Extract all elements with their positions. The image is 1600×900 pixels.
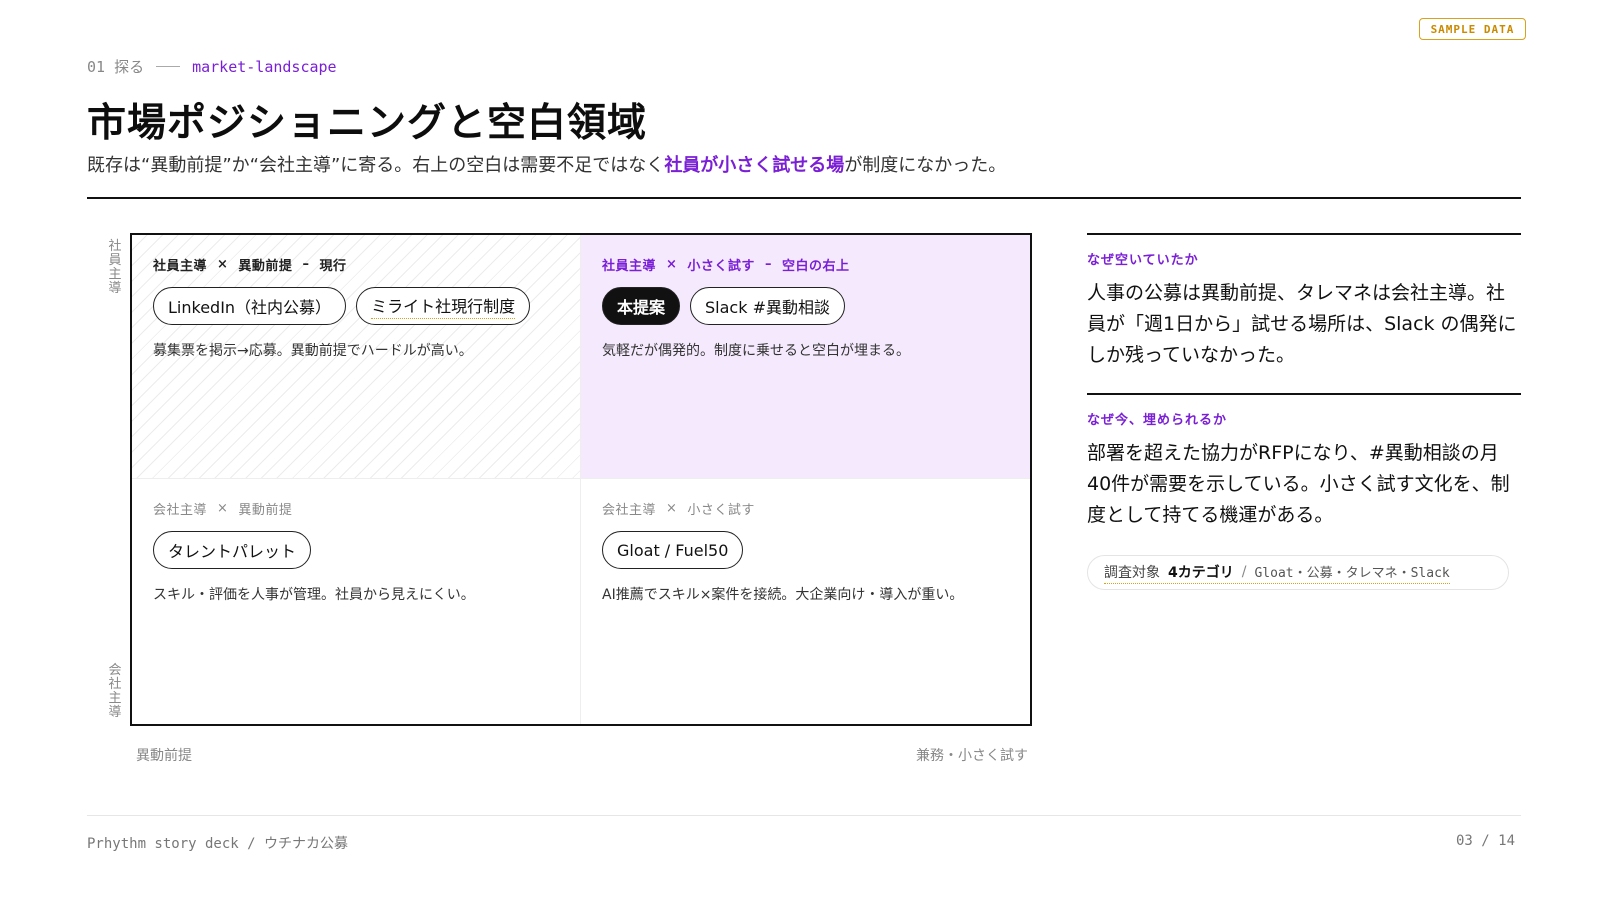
pill-label: 本提案 [617, 298, 666, 317]
times-icon: × [217, 257, 229, 272]
y-axis-top-label: 社員主導 [108, 239, 122, 296]
pill-label: LinkedIn（社内公募） [168, 298, 332, 317]
pill-current-system[interactable]: ミライト社現行制度 [356, 287, 531, 325]
page-title: 市場ポジショニングと空白領域 [87, 101, 648, 146]
pill-label: タレントパレット [168, 542, 297, 561]
dash-icon: – [764, 257, 772, 272]
quadrant-label: 会社主導 × 小さく試す [602, 499, 1009, 518]
title-divider [87, 197, 1521, 199]
times-icon: × [666, 501, 678, 516]
survey-scope-count: 4カテゴリ [1168, 564, 1234, 581]
y-axis-bottom-label: 会社主導 [108, 663, 122, 720]
pill-label: ミライト社現行制度 [371, 293, 516, 319]
quadrant-description: 募集票を掲示→応募。異動前提でハードルが高い。 [153, 343, 473, 359]
panel-divider [1087, 233, 1521, 235]
pill-linkedin[interactable]: LinkedIn（社内公募） [153, 287, 347, 325]
quadrant-top-left: 社員主導 × 異動前提 – 現行 LinkedIn（社内公募） ミライト社現行制… [132, 235, 581, 479]
section-eyebrow: 01 探る market-landscape [87, 56, 337, 77]
quadrant-label-axis-y: 会社主導 [602, 503, 657, 518]
survey-scope-label: 調査対象 [1104, 564, 1160, 581]
positioning-matrix: 社員主導 × 異動前提 – 現行 LinkedIn（社内公募） ミライト社現行制… [130, 233, 1032, 726]
quadrant-description: AI推薦でスキル×案件を接続。大企業向け・導入が重い。 [602, 587, 964, 603]
times-icon: × [666, 257, 678, 272]
quadrant-label-axis-y: 会社主導 [153, 503, 208, 518]
footer-divider [87, 815, 1521, 816]
page-subtitle: 既存は“異動前提”か“会社主導”に寄る。右上の空白は需要不足ではなく社員が小さく… [87, 151, 1006, 177]
why-now-label: なぜ今、埋められるか [1087, 413, 1228, 428]
x-axis-right-label: 兼務・小さく試す [916, 748, 1028, 764]
quadrant-description: スキル・評価を人事が管理。社員から見えにくい。 [153, 587, 475, 603]
quadrant-bottom-right: 会社主導 × 小さく試す Gloat / Fuel50 AI推薦でスキル×案件を… [581, 479, 1030, 724]
times-icon: × [217, 501, 229, 516]
subtitle-after: が制度になかった。 [844, 155, 1007, 176]
pill-label: Slack #異動相談 [705, 298, 830, 317]
section-number: 01 探る [87, 58, 145, 76]
why-now-body: 部署を超えた協力がRFPになり、#異動相談の月40件が需要を示している。小さく試… [1087, 442, 1510, 526]
subtitle-before: 既存は“異動前提”か“会社主導”に寄る。右上の空白は需要不足ではなく [87, 155, 665, 176]
quadrant-label-axis-x: 異動前提 [238, 259, 293, 274]
quadrant-label: 会社主導 × 異動前提 [153, 499, 559, 518]
pill-label: Gloat / Fuel50 [617, 540, 729, 560]
quadrant-description: 気軽だが偶発的。制度に乗せると空白が埋まる。 [602, 343, 910, 359]
pill-gloat-fuel50[interactable]: Gloat / Fuel50 [602, 531, 744, 569]
quadrant-pills: 本提案 Slack #異動相談 [602, 287, 1009, 325]
quadrant-bottom-left: 会社主導 × 異動前提 タレントパレット スキル・評価を人事が管理。社員から見え… [132, 479, 581, 724]
quadrant-pills: Gloat / Fuel50 [602, 531, 1009, 569]
why-now-panel: なぜ今、埋められるか 部署を超えた協力がRFPになり、#異動相談の月40件が需要… [1087, 393, 1521, 531]
pill-this-proposal[interactable]: 本提案 [602, 287, 681, 325]
why-empty-panel: なぜ空いていたか 人事の公募は異動前提、タレマネは会社主導。社員が「週1日から」… [1087, 233, 1521, 371]
quadrant-label-axis-y: 社員主導 [153, 259, 208, 274]
pill-talent-palette[interactable]: タレントパレット [153, 531, 312, 569]
quadrant-top-right: 社員主導 × 小さく試す – 空白の右上 本提案 Slack #異動相談 気軽だ… [581, 235, 1030, 479]
section-slug: market-landscape [192, 57, 337, 76]
quadrant-pills: LinkedIn（社内公募） ミライト社現行制度 [153, 287, 559, 325]
survey-scope-inner: 調査対象 4カテゴリ / Gloat・公募・タレマネ・Slack [1104, 562, 1450, 584]
subtitle-highlight: 社員が小さく試せる場 [664, 155, 845, 176]
quadrant-label-axis-x: 小さく試す [687, 503, 755, 518]
footer-deck-title: Prhythm story deck / ウチナカ公募 [87, 836, 349, 852]
quadrant-label-note: 空白の右上 [781, 259, 850, 274]
quadrant-pills: タレントパレット [153, 531, 559, 569]
quadrant-label: 社員主導 × 小さく試す – 空白の右上 [602, 255, 1009, 274]
quadrant-label-axis-x: 小さく試す [687, 259, 755, 274]
why-empty-body: 人事の公募は異動前提、タレマネは会社主導。社員が「週1日から」試せる場所は、Sl… [1087, 282, 1517, 366]
why-empty-label: なぜ空いていたか [1087, 253, 1199, 268]
quadrant-label-axis-x: 異動前提 [238, 503, 293, 518]
survey-scope-categories: Gloat・公募・タレマネ・Slack [1254, 566, 1450, 581]
page-number: 03 / 14 [1456, 833, 1516, 849]
pill-slack-channel[interactable]: Slack #異動相談 [690, 287, 845, 325]
dash-icon: – [302, 257, 310, 272]
quadrant-label: 社員主導 × 異動前提 – 現行 [153, 255, 559, 274]
sample-data-badge: SAMPLE DATA [1419, 18, 1526, 40]
quadrant-label-note: 現行 [319, 259, 347, 274]
survey-scope-note: 調査対象 4カテゴリ / Gloat・公募・タレマネ・Slack [1087, 555, 1509, 590]
panel-divider [1087, 393, 1521, 395]
x-axis-left-label: 異動前提 [136, 748, 192, 764]
eyebrow-divider [156, 66, 181, 67]
quadrant-label-axis-y: 社員主導 [602, 259, 657, 274]
slash-divider: / [1241, 563, 1247, 580]
